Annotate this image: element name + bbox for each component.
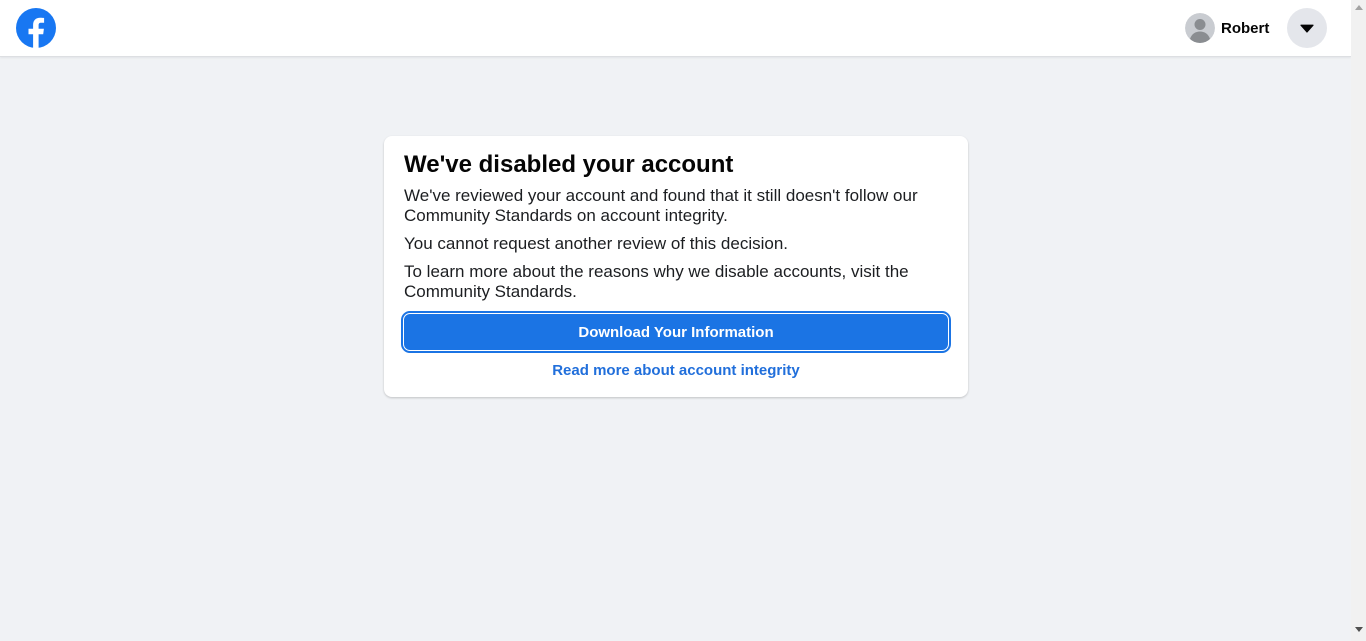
vertical-scrollbar[interactable] <box>1351 0 1366 641</box>
facebook-logo-icon[interactable] <box>16 8 56 48</box>
account-menu-button[interactable] <box>1287 8 1327 48</box>
default-avatar-icon <box>1185 13 1215 43</box>
caret-down-icon <box>1300 24 1314 33</box>
profile-button[interactable]: Robert <box>1185 12 1269 44</box>
read-more-link[interactable]: Read more about account integrity <box>404 362 948 379</box>
scroll-down-arrow-icon[interactable] <box>1355 627 1363 632</box>
no-review-text: You cannot request another review of thi… <box>404 234 789 253</box>
account-disabled-card: We've disabled your account We've review… <box>384 136 968 397</box>
download-your-information-button[interactable]: Download Your Information <box>401 311 951 353</box>
profile-name: Robert <box>1221 19 1270 37</box>
scroll-up-arrow-icon[interactable] <box>1355 5 1363 10</box>
top-navigation-bar: Robert <box>0 0 1351 57</box>
review-explanation-text: We've reviewed your account and found th… <box>404 186 918 225</box>
card-title: We've disabled your account <box>404 151 734 178</box>
learn-more-text: To learn more about the reasons why we d… <box>404 262 909 301</box>
